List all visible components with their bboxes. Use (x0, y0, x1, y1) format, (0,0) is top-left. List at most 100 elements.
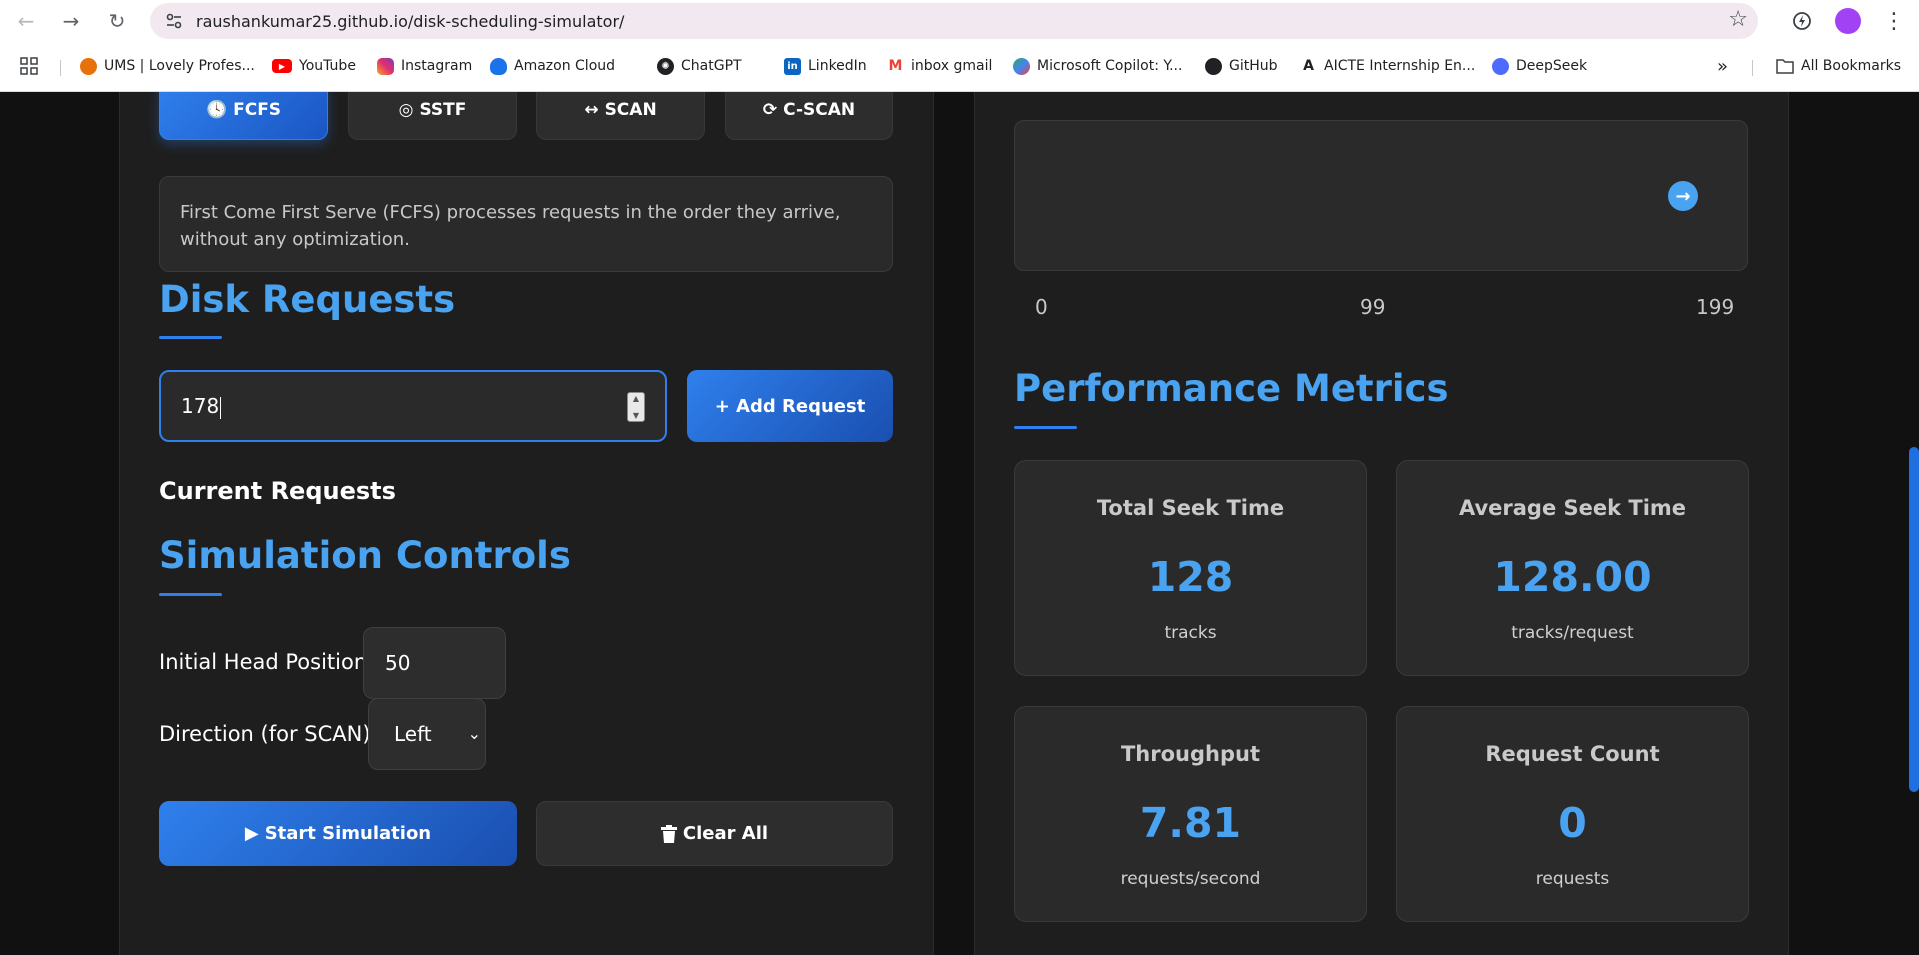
copilot-icon (1013, 57, 1030, 75)
metric-value: 128.00 (1493, 553, 1652, 601)
disk-requests-title: Disk Requests (159, 278, 456, 321)
start-simulation-button[interactable]: ▶ Start Simulation (159, 801, 517, 866)
metric-title: Throughput (1120, 742, 1260, 766)
current-requests-heading: Current Requests (159, 477, 396, 505)
deepseek-icon (1492, 57, 1509, 75)
bookmark-gmail[interactable]: M inbox gmail (887, 55, 992, 77)
bookmark-label: Instagram (401, 58, 473, 74)
metric-unit: tracks (1164, 623, 1217, 643)
linkedin-icon: in (784, 57, 801, 75)
bookmarks-divider (60, 60, 61, 76)
title-underline (159, 593, 222, 596)
tab-label: C-SCAN (783, 100, 856, 120)
title-underline (1014, 426, 1077, 429)
add-request-button[interactable]: + Add Request (687, 370, 893, 442)
menu-kebab-icon[interactable]: ⋮ (1878, 5, 1910, 37)
github-icon (1205, 57, 1222, 75)
more-bookmarks-icon[interactable]: » (1717, 55, 1728, 77)
metric-card-throughput: Throughput 7.81 requests/second (1014, 706, 1367, 922)
bookmark-label: ChatGPT (681, 58, 742, 74)
tab-label: SSTF (419, 100, 467, 120)
sync-icon: ⟳ (762, 100, 778, 120)
metric-value: 0 (1558, 799, 1587, 847)
direction-label: Direction (for SCAN): (159, 722, 378, 746)
page-viewport: 🕓 FCFS ◎ SSTF ↔ SCAN ⟳ C-SCAN First Come… (0, 92, 1919, 955)
all-bookmarks-folder[interactable]: All Bookmarks (1776, 55, 1901, 77)
address-bar[interactable]: raushankumar25.github.io/disk-scheduling… (150, 3, 1758, 39)
bookmark-youtube[interactable]: ▶ YouTube (272, 55, 356, 77)
clear-all-label: Clear All (682, 823, 769, 844)
tab-c-scan[interactable]: ⟳ C-SCAN (725, 92, 893, 140)
bookmark-chatgpt[interactable]: ✺ ChatGPT (657, 55, 742, 77)
tab-sstf[interactable]: ◎ SSTF (348, 92, 517, 140)
metric-title: Request Count (1485, 742, 1660, 766)
algorithm-description: First Come First Serve (FCFS) processes … (159, 176, 893, 272)
aicte-icon: A (1300, 57, 1317, 75)
folder-icon (1776, 59, 1794, 74)
bookmark-aicte[interactable]: A AICTE Internship En... (1300, 55, 1475, 77)
number-spinner[interactable]: ▲ ▼ (627, 392, 645, 422)
metric-unit: tracks/request (1511, 623, 1634, 643)
request-input-value: 178 (181, 394, 222, 419)
bookmark-instagram[interactable]: Instagram (377, 55, 472, 77)
bookmarks-bar: UMS | Lovely Profes... ▶ YouTube Instagr… (0, 50, 1919, 82)
back-arrow-icon[interactable]: ← (10, 5, 42, 37)
gmail-icon: M (887, 57, 904, 75)
request-input[interactable]: 178 ▲ ▼ (159, 370, 667, 442)
clock-icon: 🕓 (205, 100, 228, 120)
metric-title: Total Seek Time (1096, 496, 1285, 520)
spinner-down-icon[interactable]: ▼ (633, 411, 639, 420)
direction-value: Left (394, 722, 432, 746)
extension-icon[interactable] (1786, 5, 1818, 37)
performance-metrics-title: Performance Metrics (1014, 367, 1449, 410)
chevron-down-icon: ⌄ (467, 724, 481, 743)
bookmark-amazon-cloud[interactable]: Amazon Cloud (490, 55, 615, 77)
reload-icon[interactable]: ↻ (101, 5, 133, 37)
bookmark-github[interactable]: GitHub (1205, 55, 1278, 77)
tab-scan[interactable]: ↔ SCAN (536, 92, 705, 140)
bookmark-label: LinkedIn (808, 58, 867, 74)
trash-icon (660, 824, 677, 843)
metric-value: 128 (1147, 553, 1234, 601)
ums-icon (80, 57, 97, 75)
target-icon: ◎ (398, 100, 414, 120)
bookmark-label: Microsoft Copilot: Y... (1037, 58, 1183, 74)
tab-label: FCFS (233, 100, 282, 120)
bookmark-star-icon[interactable]: ☆ (1728, 7, 1748, 32)
amazon-cloud-icon (490, 57, 507, 75)
browser-toolbar: ← → ↻ raushankumar25.github.io/disk-sche… (0, 0, 1919, 42)
bookmark-label: DeepSeek (1516, 58, 1588, 74)
head-position-input[interactable]: 50 (363, 627, 506, 699)
forward-arrow-icon[interactable]: → (55, 5, 87, 37)
browser-chrome: ← → ↻ raushankumar25.github.io/disk-sche… (0, 0, 1919, 92)
head-position-label: Initial Head Position: (159, 650, 375, 674)
apps-grid-icon[interactable] (20, 55, 38, 77)
bookmark-label: GitHub (1229, 58, 1278, 74)
bookmark-ums[interactable]: UMS | Lovely Profes... (80, 55, 255, 77)
bookmark-label: Amazon Cloud (514, 58, 616, 74)
spinner-up-icon[interactable]: ▲ (633, 394, 639, 403)
simulation-controls-title: Simulation Controls (159, 534, 571, 577)
tab-label: SCAN (604, 100, 657, 120)
clear-all-button[interactable]: Clear All (536, 801, 893, 866)
metric-unit: requests/second (1120, 869, 1261, 889)
tab-fcfs[interactable]: 🕓 FCFS (159, 92, 328, 140)
title-underline (159, 336, 222, 339)
metric-card-average-seek: Average Seek Time 128.00 tracks/request (1396, 460, 1749, 676)
bookmark-label: AICTE Internship En... (1324, 58, 1476, 74)
arrows-horizontal-icon: ↔ (584, 100, 599, 120)
all-bookmarks-label: All Bookmarks (1801, 58, 1902, 74)
bookmark-copilot[interactable]: Microsoft Copilot: Y... (1013, 55, 1182, 77)
disk-visualization: → (1014, 120, 1748, 271)
profile-avatar[interactable] (1835, 8, 1861, 34)
play-icon: ▶ (244, 823, 259, 844)
site-settings-icon[interactable] (164, 11, 184, 31)
bookmark-label: UMS | Lovely Profes... (104, 58, 255, 74)
scale-min-label: 0 (1035, 295, 1048, 319)
arrow-right-circle-icon: → (1668, 181, 1698, 211)
scale-max-label: 199 (1696, 295, 1735, 319)
direction-select[interactable]: Left ⌄ (368, 698, 486, 770)
page-scrollbar[interactable] (1909, 447, 1919, 792)
bookmark-deepseek[interactable]: DeepSeek (1492, 55, 1587, 77)
bookmark-linkedin[interactable]: in LinkedIn (784, 55, 867, 77)
